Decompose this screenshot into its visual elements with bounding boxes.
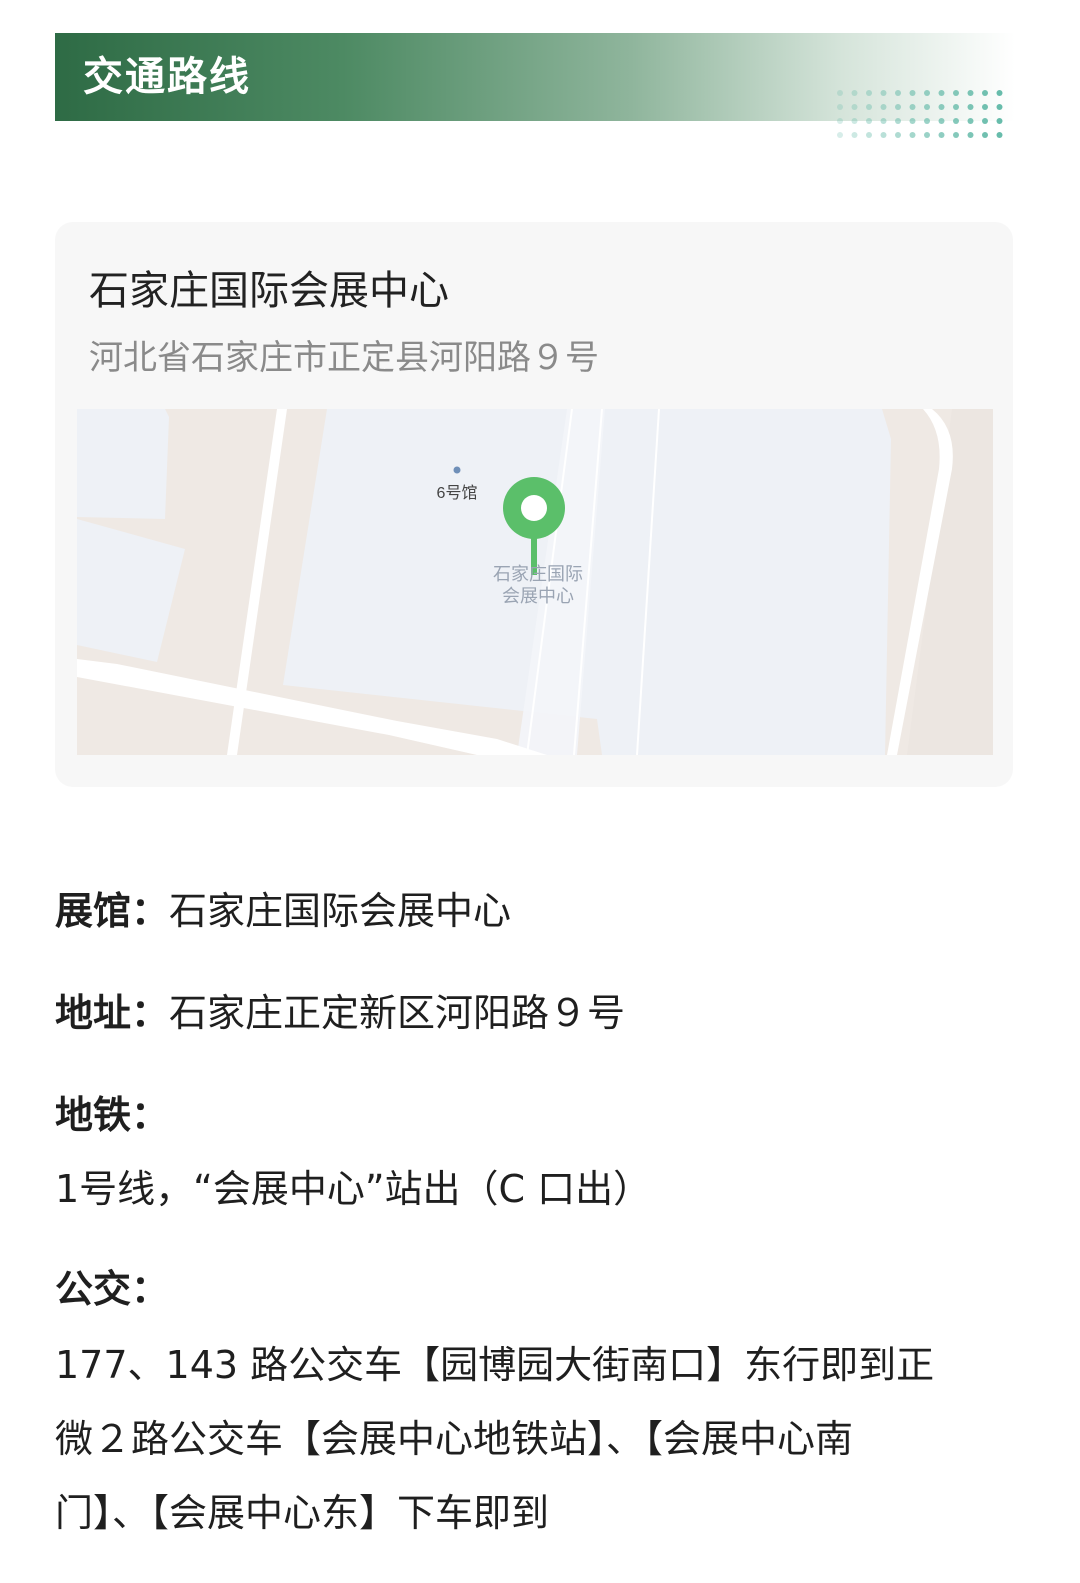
decorative-dot [982, 118, 988, 124]
venue-value: 石家庄国际会展中心 [169, 889, 512, 933]
decorative-dot [837, 118, 843, 124]
decorative-dot [851, 104, 858, 110]
address-row: 地址：石家庄正定新区河阳路９号 [55, 982, 625, 1037]
decorative-dot [880, 104, 887, 110]
decorative-dot [924, 132, 930, 138]
bus-label-row: 公交： [55, 1258, 169, 1313]
map-building-left [77, 409, 169, 519]
decorative-dot [866, 104, 872, 110]
decorative-dot [982, 90, 988, 96]
decorative-dot [938, 132, 945, 138]
venue-label: 展馆： [55, 889, 170, 933]
decorative-dot [967, 118, 974, 124]
decorative-dot [996, 104, 1003, 110]
decorative-dot [895, 90, 901, 96]
decorative-dot [880, 118, 887, 124]
section-title: 交通路线 [83, 54, 251, 100]
decorative-dot [924, 118, 930, 124]
venue-card[interactable]: 石家庄国际会展中心 河北省石家庄市正定县河阳路９号 6号馆 石家庄国际 会展中心 [55, 222, 1013, 787]
decorative-dot [924, 90, 930, 96]
decorative-dot [996, 90, 1003, 96]
decorative-dot [880, 132, 887, 138]
decorative-dot [967, 132, 974, 138]
location-map[interactable]: 6号馆 石家庄国际 会展中心 [77, 409, 993, 755]
decorative-dot [909, 104, 916, 110]
venue-row: 展馆：石家庄国际会展中心 [55, 880, 511, 935]
decorative-dot [866, 90, 872, 96]
map-poi-label: 6号馆 [437, 484, 478, 502]
subway-label-row: 地铁： [55, 1084, 169, 1139]
address-value: 石家庄正定新区河阳路９号 [169, 991, 626, 1035]
decorative-dot [924, 104, 930, 110]
decorative-dot [953, 132, 959, 138]
decorative-dot [851, 90, 858, 96]
decorative-dot [866, 118, 872, 124]
decorative-dot [851, 118, 858, 124]
bus-line-1: 177、143 路公交车【园博园大街南口】东行即到正 [55, 1343, 935, 1387]
decorative-dot [938, 118, 945, 124]
decorative-dot [895, 104, 901, 110]
decorative-dot [909, 90, 916, 96]
decorative-dot [837, 104, 843, 110]
decorative-dot [938, 104, 945, 110]
decorative-dot [895, 132, 901, 138]
decorative-dot [938, 90, 945, 96]
decorative-dot [909, 132, 916, 138]
decorative-dot [982, 104, 988, 110]
map-marker-label-line2: 会展中心 [502, 586, 574, 606]
address-label: 地址： [55, 991, 170, 1035]
decorative-dot [953, 118, 959, 124]
map-marker-label-line1: 石家庄国际 [493, 564, 583, 584]
bus-line-3: 门】、【会展中心东】下车即到 [55, 1491, 550, 1535]
subway-label: 地铁： [55, 1093, 170, 1137]
decorative-dot [996, 132, 1003, 138]
venue-address: 河北省石家庄市正定县河阳路９号 [89, 338, 599, 378]
decorative-dot [982, 132, 988, 138]
decorative-dot [953, 104, 959, 110]
map-building-left-lower [77, 519, 185, 662]
decorative-dot [909, 118, 916, 124]
decorative-dots [837, 90, 1003, 138]
bus-label: 公交： [55, 1267, 170, 1311]
bus-line-2: 微２路公交车【会展中心地铁站】、【会展中心南 [55, 1417, 854, 1461]
decorative-dot [866, 132, 872, 138]
venue-name: 石家庄国际会展中心 [89, 268, 449, 314]
map-poi-dot [453, 466, 461, 474]
decorative-dot [967, 104, 974, 110]
decorative-dot [837, 132, 843, 138]
decorative-dot [996, 118, 1003, 124]
decorative-dot [851, 132, 858, 138]
decorative-dot [837, 90, 843, 96]
decorative-dot [880, 90, 887, 96]
decorative-dot [895, 118, 901, 124]
decorative-dot [967, 90, 974, 96]
subway-value: 1号线，“会展中心”站出（C 口出） [55, 1167, 652, 1211]
decorative-dot [953, 90, 959, 96]
